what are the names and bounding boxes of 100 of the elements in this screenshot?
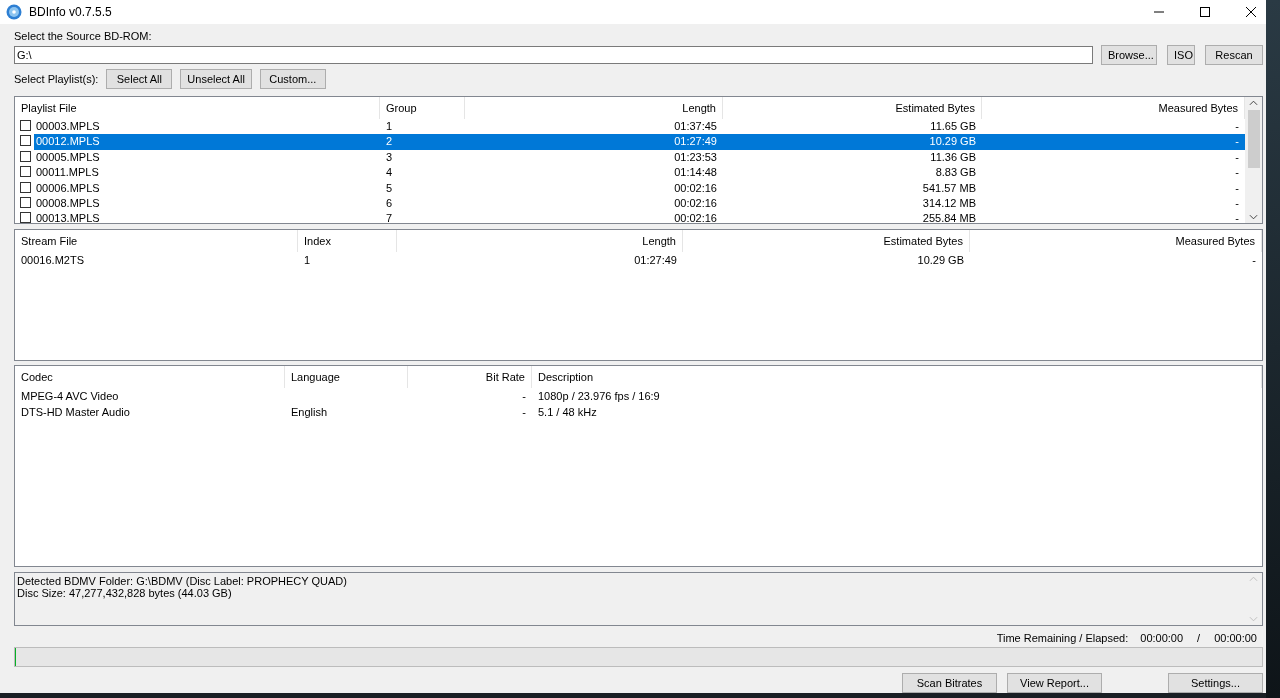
scroll-up-icon [1249,576,1258,582]
checkbox[interactable] [20,120,31,131]
playlist-row[interactable]: 00012.MPLS 2 01:27:49 10.29 GB - [34,134,1245,150]
table-cell-text: - [1234,180,1240,196]
column-header[interactable]: Length [397,230,683,252]
column-header[interactable]: Estimated Bytes [683,230,970,252]
playlist-select-button[interactable]: Select All [106,69,173,89]
source-label: Select the Source BD-ROM: [14,30,153,44]
time-elapsed: 00:00:00 [1214,632,1257,644]
table-cell-text: 2 [385,134,394,150]
table-cell-text: 00:02:16 [673,180,718,196]
playlist-select-button[interactable]: Custom... [259,69,326,89]
playlist-row[interactable]: 00005.MPLS 3 01:23:53 11.36 GB - [34,149,1245,166]
column-header[interactable]: Group [380,97,465,119]
scroll-up-icon[interactable] [1249,100,1258,106]
scroll-down-icon [1249,616,1258,622]
column-header[interactable]: Index [298,230,397,252]
table-cell-text: - [1234,195,1240,211]
action-button[interactable]: View Report... [1007,673,1102,693]
table-cell-text: 00006.MPLS [35,180,101,196]
source-button[interactable]: Browse... [1101,44,1157,65]
column-header[interactable]: Estimated Bytes [723,97,982,119]
table-cell-text: 5.1 / 48 kHz [537,405,598,420]
playlist-row[interactable]: 00013.MPLS 7 00:02:16 255.84 MB - [34,211,1245,223]
table-cell-text: 10.29 GB [928,134,977,150]
scroll-down-icon[interactable] [1249,214,1258,220]
table-cell-text: 00:02:16 [673,195,718,211]
checkbox[interactable] [20,212,31,223]
column-header[interactable]: Codec [15,366,285,388]
close-icon[interactable] [1246,7,1256,17]
table-cell-text: 1080p / 23.976 fps / 16:9 [537,389,661,404]
log-line: Detected BDMV Folder: G:\BDMV (Disc Label: PROPHECY QUAD) [17,575,348,587]
table-cell-text: 11.36 GB [929,149,977,165]
action-button[interactable]: Scan Bitrates [902,673,997,693]
playlist-row[interactable]: 00003.MPLS 1 01:37:45 11.65 GB - [34,119,1245,135]
table-cell-text: 00016.M2TS [20,253,85,268]
action-button[interactable]: Settings... [1168,673,1263,693]
maximize-icon[interactable] [1200,7,1210,17]
column-header[interactable]: Playlist File [15,97,380,119]
source-path-field[interactable]: G:\ [14,45,1093,64]
table-cell-text: - [1234,165,1240,181]
table-cell-text: - [1234,149,1240,165]
log-line: Disc Size: 47,277,432,828 bytes (44.03 GB) [17,587,233,599]
playlist-row[interactable]: 00006.MPLS 5 00:02:16 541.57 MB - [34,180,1245,196]
table-cell-text: 00:02:16 [673,211,718,223]
checkbox[interactable] [20,196,31,208]
table-cell-text: - [521,405,527,420]
table-cell-text: - [1234,134,1240,150]
source-button[interactable]: Rescan [1205,44,1263,65]
scrollbar[interactable] [1245,97,1262,223]
table-cell-text: 4 [385,165,394,181]
table-cell-text: 00012.MPLS [35,134,101,150]
table-cell-text: 00003.MPLS [35,119,101,134]
table-cell-text: 01:23:53 [673,149,718,165]
table-cell-text: 00013.MPLS [35,211,101,223]
checkbox[interactable] [20,135,31,147]
playlist-select-label: Select Playlist(s): [14,73,99,85]
table-cell-text: 7 [385,211,394,223]
column-header[interactable]: Description [532,366,1262,388]
checkbox[interactable] [20,150,31,162]
column-header[interactable]: Language [285,366,408,388]
table-cell-text: 3 [385,149,394,165]
time-label: Time Remaining / Elapsed: [996,632,1129,644]
source-button[interactable]: ISO [1167,44,1195,65]
column-header[interactable]: Stream File [15,230,298,252]
column-header[interactable]: Measured Bytes [970,230,1262,252]
table-cell-text: 01:27:49 [673,134,718,150]
table-cell-text: 6 [385,195,394,211]
table-cell-text: 00008.MPLS [35,195,101,211]
checkbox[interactable] [20,181,31,193]
table-cell-text: 8.83 GB [934,165,977,181]
playlist-row[interactable]: 00008.MPLS 6 00:02:16 314.12 MB - [34,195,1245,212]
playlist-select-button[interactable]: Unselect All [180,69,252,89]
time-remaining: 00:00:00 [1140,632,1184,644]
disc-icon [6,4,22,20]
table-cell-text: 01:37:45 [673,119,718,134]
table-cell-text: - [1234,211,1240,223]
table-cell-text: 00011.MPLS [35,165,100,181]
table-cell-text: 00005.MPLS [35,149,101,165]
table-cell-text: - [1234,119,1240,134]
table-cell-text: MPEG-4 AVC Video [20,389,120,404]
table-cell-text: DTS-HD Master Audio [20,405,131,420]
playlist-row[interactable]: 00011.MPLS 4 01:14:48 8.83 GB - [34,165,1245,181]
time-separator: / [1197,632,1201,644]
window-title: BDInfo v0.7.5.5 [29,5,112,19]
table-cell-text: - [1251,253,1257,268]
table-cell-text: 541.57 MB [921,180,977,196]
table-cell-text: 1 [303,253,312,268]
table-cell-text: 314.12 MB [921,195,977,211]
table-cell-text: 255.84 MB [921,211,977,223]
table-cell-text: 1 [385,119,394,134]
column-header[interactable]: Length [465,97,723,119]
table-cell-text: - [521,389,527,404]
checkbox[interactable] [20,166,31,178]
table-cell-text: 01:27:49 [633,253,678,268]
table-cell-text: 01:14:48 [673,165,718,181]
column-header[interactable]: Bit Rate [408,366,532,388]
table-cell-text: English [290,405,329,420]
table-cell-text: 11.65 GB [929,119,977,134]
table-cell-text: 10.29 GB [916,253,965,268]
